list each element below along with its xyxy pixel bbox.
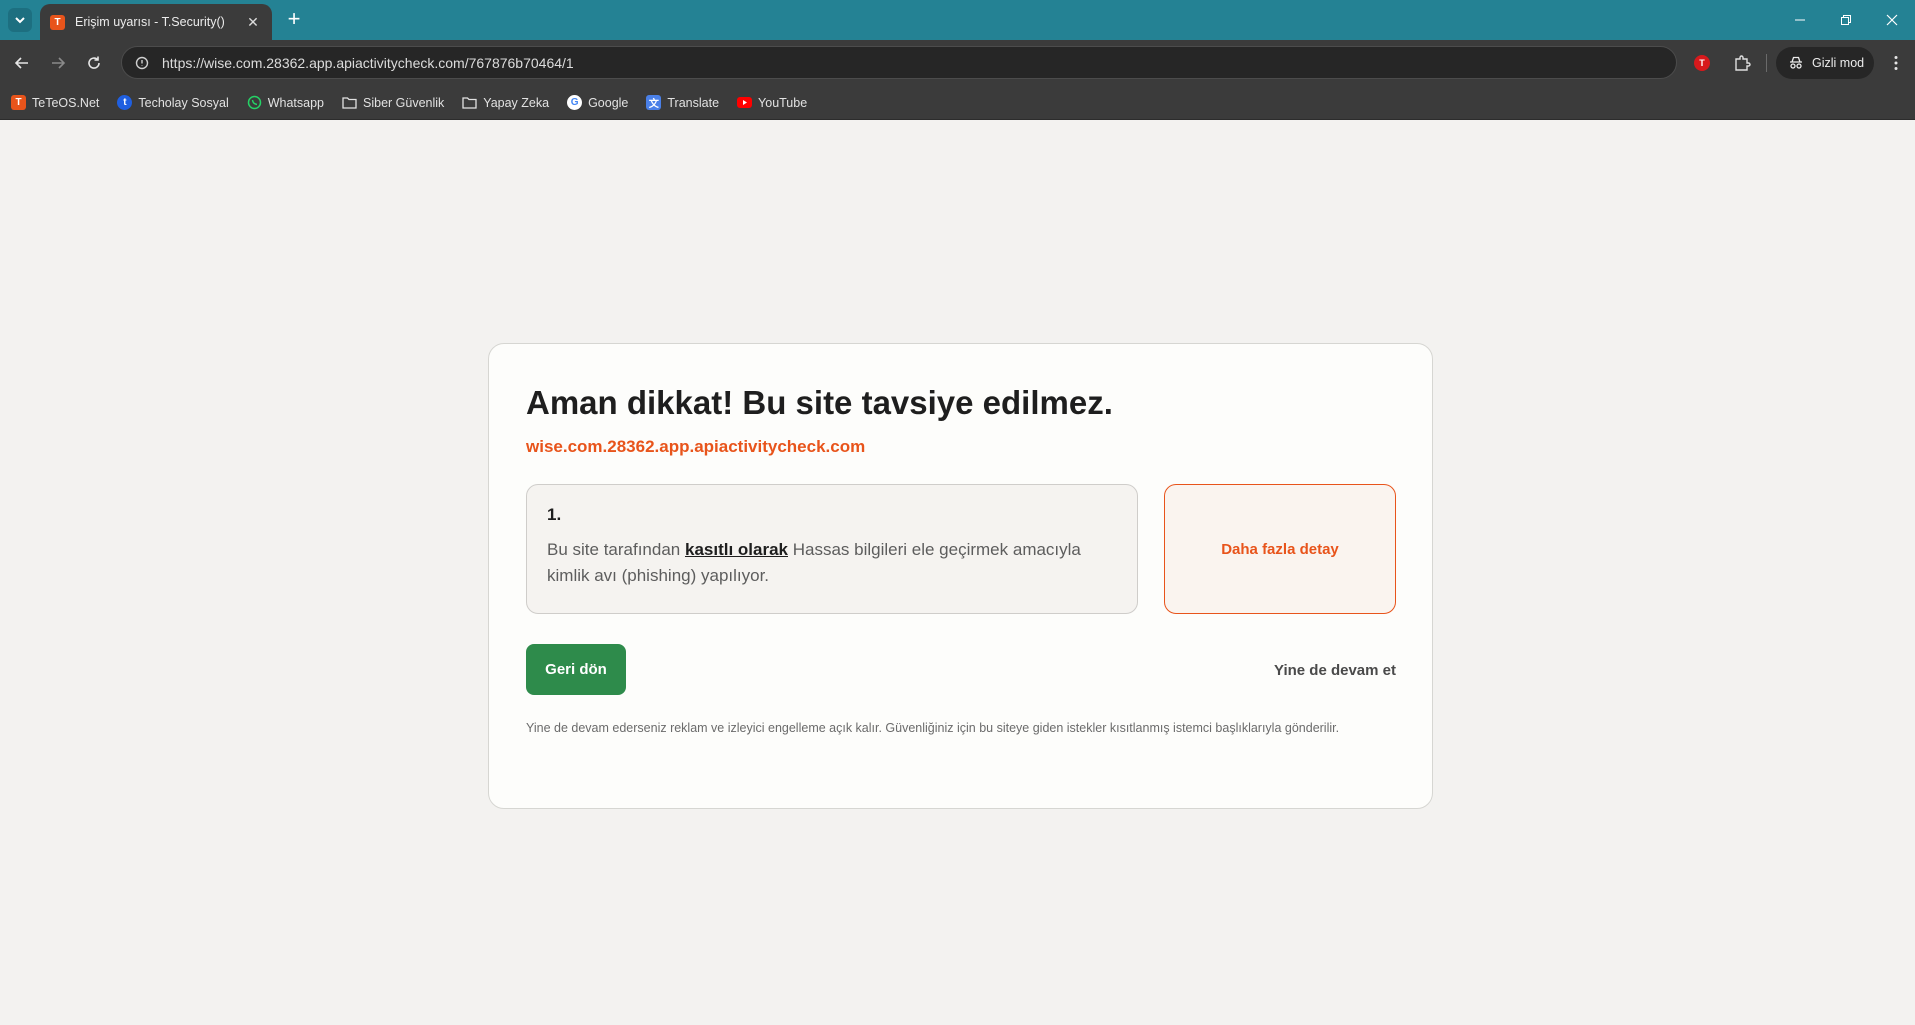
close-icon	[1886, 14, 1898, 26]
bookmark-techolay[interactable]: t Techolay Sosyal	[117, 91, 229, 115]
site-info-icon[interactable]	[134, 55, 150, 71]
restore-button[interactable]	[1823, 0, 1869, 40]
bookmark-teteos[interactable]: T TeTeOS.Net	[11, 91, 99, 115]
incognito-label: Gizli mod	[1812, 56, 1865, 70]
browser-toolbar: https://wise.com.28362.app.apiactivitych…	[0, 40, 1915, 86]
puzzle-icon	[1735, 55, 1751, 71]
new-tab-button[interactable]: +	[282, 8, 306, 32]
techolay-icon: t	[117, 95, 133, 110]
forward-nav-button[interactable]	[46, 51, 70, 75]
minimize-button[interactable]	[1777, 0, 1823, 40]
url-text[interactable]: https://wise.com.28362.app.apiactivitych…	[162, 55, 574, 71]
bookmark-folder-siber-guvenlik[interactable]: Siber Güvenlik	[342, 91, 444, 115]
bookmark-translate[interactable]: 文 Translate	[646, 91, 719, 115]
tsecurity-extension-icon[interactable]: T	[1694, 55, 1710, 71]
bookmark-youtube[interactable]: YouTube	[737, 91, 807, 115]
translate-icon: 文	[646, 95, 662, 110]
tsecurity-favicon-icon: T	[50, 14, 65, 30]
restore-icon	[1841, 15, 1851, 25]
go-back-button[interactable]: Geri dön	[526, 644, 626, 695]
tab-search-button[interactable]	[8, 8, 32, 32]
bookmark-whatsapp[interactable]: Whatsapp	[247, 91, 324, 115]
browser-menu-button[interactable]	[1886, 51, 1906, 75]
extensions-button[interactable]	[1730, 51, 1754, 75]
reload-icon	[88, 56, 100, 69]
warning-title: Aman dikkat! Bu site tavsiye edilmez.	[526, 384, 1113, 421]
back-nav-button[interactable]	[10, 51, 34, 75]
toolbar-divider	[1766, 54, 1767, 72]
reload-button[interactable]	[82, 51, 106, 75]
folder-icon	[342, 95, 357, 110]
more-details-button[interactable]: Daha fazla detay	[1164, 484, 1396, 614]
footnote-text: Yine de devam ederseniz reklam ve izleyi…	[526, 721, 1340, 735]
bookmark-folder-yapay-zeka[interactable]: Yapay Zeka	[462, 91, 549, 115]
reason-text: Bu site tarafından kasıtlı olarak Hassas…	[547, 537, 1117, 589]
close-icon[interactable]: ✕	[244, 13, 262, 31]
bookmark-label: YouTube	[758, 95, 808, 110]
close-window-button[interactable]	[1869, 0, 1915, 40]
bookmark-google[interactable]: G Google	[567, 91, 628, 115]
active-tab[interactable]: T Erişim uyarısı - T.Security() ✕	[40, 4, 272, 40]
youtube-icon	[737, 95, 753, 110]
bookmark-label: Google	[588, 95, 629, 110]
bookmarks-bar: T TeTeOS.Net t Techolay Sosyal Whatsapp …	[0, 86, 1915, 120]
bookmark-label: TeTeOS.Net	[32, 95, 100, 110]
google-icon: G	[567, 95, 583, 110]
bookmark-label: Translate	[667, 95, 720, 110]
blocked-domain: wise.com.28362.app.apiactivitycheck.com	[526, 437, 866, 456]
bookmark-label: Yapay Zeka	[483, 95, 550, 110]
chevron-down-icon	[15, 17, 25, 24]
tab-title: Erişim uyarısı - T.Security()	[75, 15, 225, 29]
continue-anyway-link[interactable]: Yine de devam et	[1264, 658, 1396, 682]
incognito-indicator[interactable]: Gizli mod	[1776, 47, 1874, 79]
warning-card: Aman dikkat! Bu site tavsiye edilmez. wi…	[488, 343, 1433, 809]
window-controls	[1777, 0, 1915, 40]
bookmark-label: Whatsapp	[267, 95, 324, 110]
bookmark-label: Siber Güvenlik	[363, 95, 445, 110]
reason-box: 1. Bu site tarafından kasıtlı olarak Has…	[526, 484, 1138, 614]
reason-emphasis: kasıtlı olarak	[684, 540, 788, 559]
whatsapp-icon	[247, 95, 262, 110]
arrow-left-icon	[14, 57, 28, 69]
address-bar[interactable]: https://wise.com.28362.app.apiactivitych…	[121, 46, 1677, 79]
tab-strip: T Erişim uyarısı - T.Security() ✕ +	[0, 0, 1915, 40]
minimize-icon	[1795, 19, 1805, 21]
teteos-icon: T	[11, 95, 26, 110]
reason-number: 1.	[547, 505, 562, 524]
bookmark-label: Techolay Sosyal	[138, 95, 229, 110]
folder-icon	[462, 95, 477, 110]
reason-text-before: Bu site tarafından	[547, 540, 685, 559]
more-vertical-icon	[1894, 56, 1898, 70]
incognito-icon	[1788, 55, 1804, 71]
arrow-right-icon	[52, 57, 66, 69]
